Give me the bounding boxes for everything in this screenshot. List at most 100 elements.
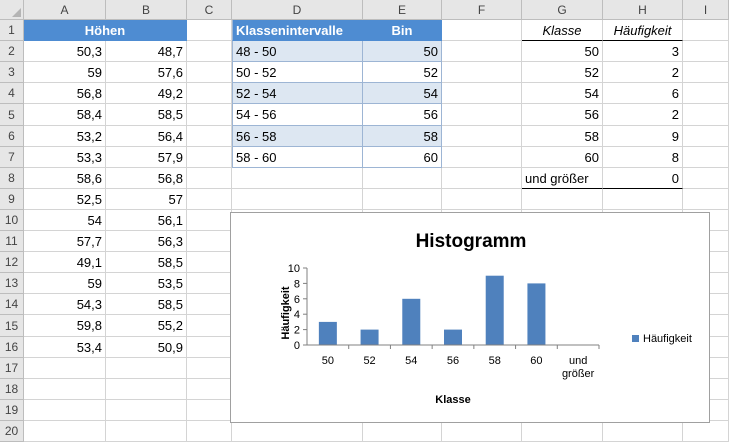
cell-a11[interactable]: 57,7 bbox=[24, 231, 106, 252]
cell-i8[interactable] bbox=[683, 168, 729, 189]
cell-c19[interactable] bbox=[187, 400, 232, 421]
row-header-12[interactable]: 12 bbox=[0, 252, 24, 273]
cell-c6[interactable] bbox=[187, 126, 232, 147]
cell-c18[interactable] bbox=[187, 379, 232, 400]
cell-g8[interactable]: und größer bbox=[522, 168, 603, 189]
cell-d2[interactable]: 48 - 50 bbox=[232, 41, 363, 62]
cell-c11[interactable] bbox=[187, 231, 232, 252]
cell-e7[interactable]: 60 bbox=[363, 147, 442, 168]
cell-f6[interactable] bbox=[442, 126, 522, 147]
cell-f8[interactable] bbox=[442, 168, 522, 189]
cell-c5[interactable] bbox=[187, 104, 232, 126]
row-header-17[interactable]: 17 bbox=[0, 358, 24, 379]
cell-e3[interactable]: 52 bbox=[363, 62, 442, 83]
cell-b11[interactable]: 56,3 bbox=[106, 231, 187, 252]
cell-c4[interactable] bbox=[187, 83, 232, 104]
cell-c14[interactable] bbox=[187, 294, 232, 315]
cell-h3[interactable]: 2 bbox=[603, 62, 683, 83]
cell-i2[interactable] bbox=[683, 41, 729, 62]
row-header-7[interactable]: 7 bbox=[0, 147, 24, 168]
column-header-c[interactable]: C bbox=[187, 0, 232, 20]
chart-bar-0[interactable] bbox=[318, 321, 337, 345]
cell-b12[interactable]: 58,5 bbox=[106, 252, 187, 273]
cell-g7[interactable]: 60 bbox=[522, 147, 603, 168]
cell-g9[interactable] bbox=[522, 189, 603, 210]
cell-a20[interactable] bbox=[24, 421, 106, 442]
row-header-9[interactable]: 9 bbox=[0, 189, 24, 210]
cell-d5[interactable]: 54 - 56 bbox=[232, 104, 363, 126]
row-header-10[interactable]: 10 bbox=[0, 210, 24, 231]
row-header-8[interactable]: 8 bbox=[0, 168, 24, 189]
column-header-f[interactable]: F bbox=[442, 0, 522, 20]
row-header-15[interactable]: 15 bbox=[0, 315, 24, 337]
cell-b18[interactable] bbox=[106, 379, 187, 400]
cell-a10[interactable]: 54 bbox=[24, 210, 106, 231]
cell-d9[interactable] bbox=[232, 189, 363, 210]
cell-i3[interactable] bbox=[683, 62, 729, 83]
cell-d4[interactable]: 52 - 54 bbox=[232, 83, 363, 104]
cell-b6[interactable]: 56,4 bbox=[106, 126, 187, 147]
cell-a8[interactable]: 58,6 bbox=[24, 168, 106, 189]
cell-h7[interactable]: 8 bbox=[603, 147, 683, 168]
column-header-d[interactable]: D bbox=[232, 0, 363, 20]
row-header-20[interactable]: 20 bbox=[0, 421, 24, 442]
cell-a16[interactable]: 53,4 bbox=[24, 337, 106, 358]
cell-a3[interactable]: 59 bbox=[24, 62, 106, 83]
cell-i5[interactable] bbox=[683, 104, 729, 126]
cell-e20[interactable] bbox=[363, 421, 442, 442]
column-header-i[interactable]: I bbox=[683, 0, 729, 20]
cell-c1[interactable] bbox=[187, 20, 232, 41]
cell-e5[interactable]: 56 bbox=[363, 104, 442, 126]
cell-c16[interactable] bbox=[187, 337, 232, 358]
cell-a4[interactable]: 56,8 bbox=[24, 83, 106, 104]
cell-f3[interactable] bbox=[442, 62, 522, 83]
cell-g1[interactable]: Klasse bbox=[522, 20, 603, 41]
cell-b20[interactable] bbox=[106, 421, 187, 442]
cell-g3[interactable]: 52 bbox=[522, 62, 603, 83]
cell-i1[interactable] bbox=[683, 20, 729, 41]
cell-a15[interactable]: 59,8 bbox=[24, 315, 106, 337]
cell-i20[interactable] bbox=[683, 421, 729, 442]
row-header-14[interactable]: 14 bbox=[0, 294, 24, 315]
cell-b16[interactable]: 50,9 bbox=[106, 337, 187, 358]
cell-h5[interactable]: 2 bbox=[603, 104, 683, 126]
column-header-e[interactable]: E bbox=[363, 0, 442, 20]
cell-e6[interactable]: 58 bbox=[363, 126, 442, 147]
cell-h20[interactable] bbox=[603, 421, 683, 442]
histogram-chart[interactable]: Histogramm Häufigkeit Klasse 0 2 4 6 8 10 50 52… bbox=[230, 212, 710, 423]
cell-b14[interactable]: 58,5 bbox=[106, 294, 187, 315]
cell-g5[interactable]: 56 bbox=[522, 104, 603, 126]
cell-e9[interactable] bbox=[363, 189, 442, 210]
cell-c8[interactable] bbox=[187, 168, 232, 189]
cell-c2[interactable] bbox=[187, 41, 232, 62]
chart-bar-3[interactable] bbox=[444, 329, 462, 345]
cell-i9[interactable] bbox=[683, 189, 729, 210]
cell-b9[interactable]: 57 bbox=[106, 189, 187, 210]
cell-d20[interactable] bbox=[232, 421, 363, 442]
cell-f5[interactable] bbox=[442, 104, 522, 126]
cell-c9[interactable] bbox=[187, 189, 232, 210]
cell-b17[interactable] bbox=[106, 358, 187, 379]
column-header-a[interactable]: A bbox=[24, 0, 106, 20]
hoehen-header[interactable]: Höhen bbox=[24, 20, 187, 41]
cell-a9[interactable]: 52,5 bbox=[24, 189, 106, 210]
cell-a7[interactable]: 53,3 bbox=[24, 147, 106, 168]
cell-f1[interactable] bbox=[442, 20, 522, 41]
chart-bar-5[interactable] bbox=[527, 283, 546, 345]
cell-c3[interactable] bbox=[187, 62, 232, 83]
cell-d8[interactable] bbox=[232, 168, 363, 189]
column-header-h[interactable]: H bbox=[603, 0, 683, 20]
cell-a14[interactable]: 54,3 bbox=[24, 294, 106, 315]
cell-a19[interactable] bbox=[24, 400, 106, 421]
cell-g20[interactable] bbox=[522, 421, 603, 442]
row-header-16[interactable]: 16 bbox=[0, 337, 24, 358]
cell-c7[interactable] bbox=[187, 147, 232, 168]
select-all-corner[interactable] bbox=[0, 0, 24, 20]
cell-c15[interactable] bbox=[187, 315, 232, 337]
cell-a6[interactable]: 53,2 bbox=[24, 126, 106, 147]
cell-b2[interactable]: 48,7 bbox=[106, 41, 187, 62]
cell-c20[interactable] bbox=[187, 421, 232, 442]
cell-f9[interactable] bbox=[442, 189, 522, 210]
cell-b7[interactable]: 57,9 bbox=[106, 147, 187, 168]
cell-i4[interactable] bbox=[683, 83, 729, 104]
